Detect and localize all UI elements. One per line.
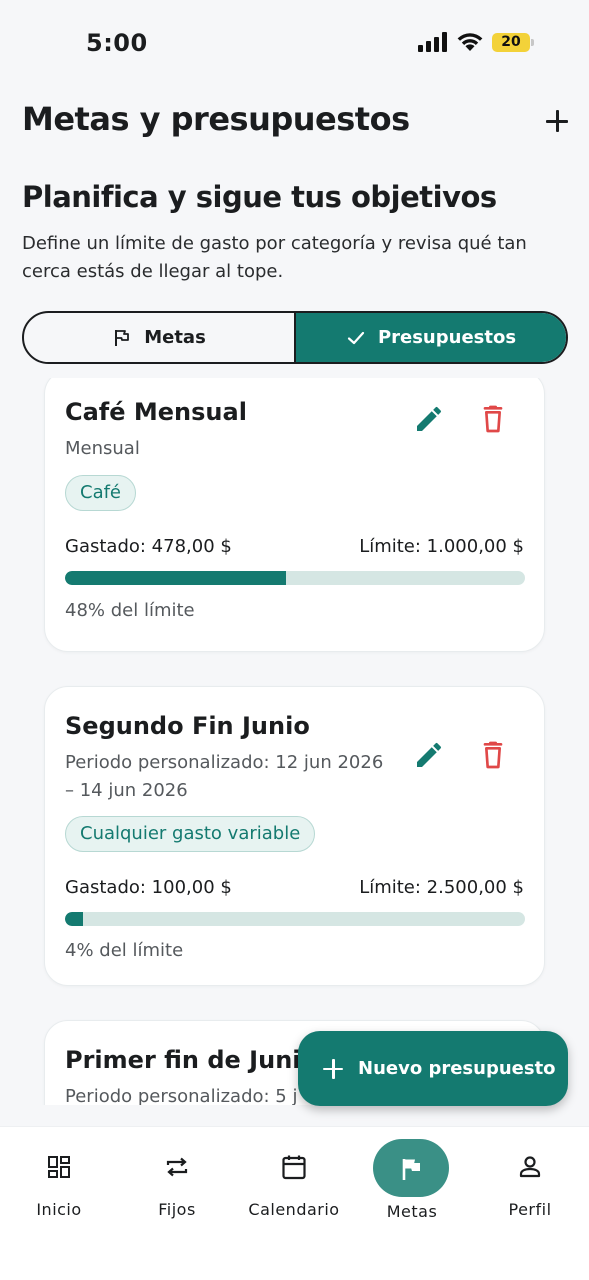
nav-label: Metas [386, 1202, 438, 1221]
nav-item-calendario[interactable]: Calendario [235, 1127, 353, 1237]
progress-label: 4% del límite [65, 940, 184, 961]
check-icon [347, 331, 365, 344]
nav-label: Perfil [508, 1200, 552, 1219]
budget-list[interactable]: Café Mensual Mensual Café Gastado: 478,0… [0, 378, 589, 1105]
tab-presupuestos[interactable]: Presupuestos [294, 313, 566, 362]
budget-period: Mensual [65, 438, 140, 459]
spent-amount: Gastado: 478,00 $ [65, 536, 232, 557]
limit-amount: Límite: 1.000,00 $ [359, 536, 524, 557]
budget-card[interactable]: Segundo Fin Junio Periodo personalizado:… [44, 686, 545, 986]
wifi-icon [457, 33, 483, 51]
section-title: Planifica y sigue tus objetivos [22, 180, 497, 214]
nav-item-perfil[interactable]: Perfil [471, 1127, 589, 1237]
progress-fill [65, 571, 286, 585]
budget-period: Periodo personalizado: 12 jun 2026 [65, 752, 384, 773]
flag-icon [402, 1159, 420, 1180]
nav-item-fijos[interactable]: Fijos [118, 1127, 236, 1237]
battery-icon: 20 [492, 33, 534, 52]
battery-cap [531, 39, 534, 46]
repeat-icon [166, 1157, 188, 1177]
category-chip: Café [65, 475, 137, 511]
category-chip: Cualquier gasto variable [65, 816, 316, 852]
delete-icon[interactable] [477, 403, 509, 435]
edit-icon[interactable] [413, 403, 445, 435]
section-description: Define un límite de gasto por categoría … [22, 233, 527, 282]
plus-icon [322, 1058, 344, 1080]
page-title: Metas y presupuestos [22, 100, 410, 138]
new-budget-button[interactable]: Nuevo presupuesto [298, 1031, 568, 1106]
budget-title: Café Mensual [65, 398, 247, 426]
person-icon [519, 1156, 541, 1178]
nav-label: Calendario [248, 1200, 340, 1219]
battery-level: 20 [492, 33, 530, 52]
edit-icon[interactable] [413, 739, 445, 771]
limit-amount: Límite: 2.500,00 $ [359, 877, 524, 898]
tab-metas-label: Metas [144, 327, 206, 348]
new-budget-label: Nuevo presupuesto [358, 1058, 556, 1079]
progress-label: 48% del límite [65, 600, 195, 621]
dashboard-icon [48, 1156, 70, 1178]
nav-label: Fijos [158, 1200, 196, 1219]
segmented-control: Metas Presupuestos [22, 311, 568, 364]
budget-period-end: – 14 jun 2026 [65, 780, 188, 801]
budget-title: Primer fin de Junio [65, 1046, 317, 1074]
budget-period: Periodo personalizado: 5 j [65, 1086, 298, 1105]
calendar-icon [282, 1155, 306, 1180]
tab-presupuestos-label: Presupuestos [377, 327, 517, 348]
tab-metas[interactable]: Metas [24, 313, 294, 362]
budget-title: Segundo Fin Junio [65, 712, 310, 740]
delete-icon[interactable] [477, 739, 509, 771]
status-time: 5:00 [86, 29, 148, 57]
nav-label: Inicio [36, 1200, 82, 1219]
nav-item-inicio[interactable]: Inicio [0, 1127, 118, 1237]
nav-item-metas[interactable]: Metas [353, 1127, 471, 1237]
spent-amount: Gastado: 100,00 $ [65, 877, 232, 898]
cellular-signal-icon [418, 32, 447, 52]
status-bar: 5:00 20 [0, 0, 589, 88]
progress-fill [65, 912, 84, 926]
progress-bar [65, 571, 525, 585]
bottom-navigation: Inicio Fijos Calendario Metas Perfil [0, 1126, 589, 1280]
add-icon[interactable] [540, 104, 574, 138]
flag-outline-icon [115, 329, 130, 346]
progress-bar [65, 912, 525, 926]
budget-card[interactable]: Café Mensual Mensual Café Gastado: 478,0… [44, 378, 545, 652]
